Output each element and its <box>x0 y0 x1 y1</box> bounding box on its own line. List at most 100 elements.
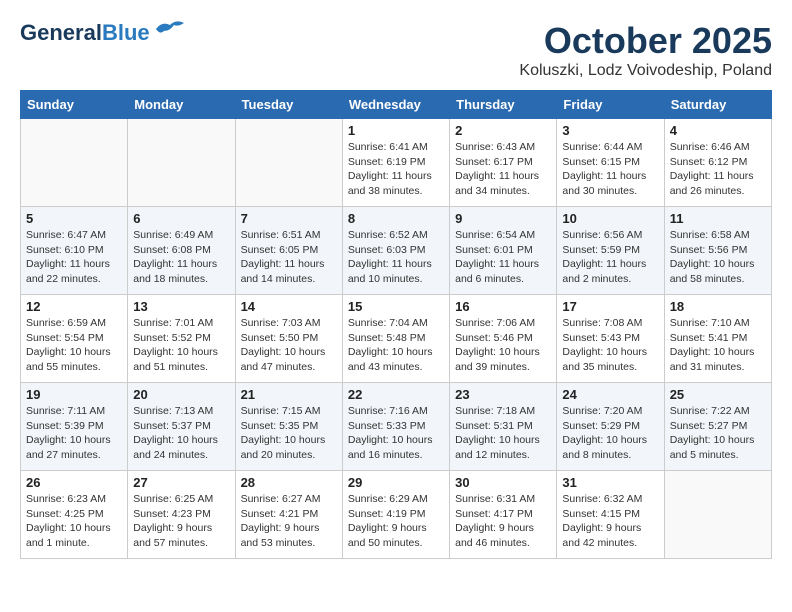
day-info: Sunrise: 7:01 AM Sunset: 5:52 PM Dayligh… <box>133 316 229 375</box>
location-subtitle: Koluszki, Lodz Voivodeship, Poland <box>519 62 772 80</box>
day-info: Sunrise: 7:04 AM Sunset: 5:48 PM Dayligh… <box>348 316 444 375</box>
calendar-cell: 14 Sunrise: 7:03 AM Sunset: 5:50 PM Dayli… <box>235 295 342 383</box>
day-number: 6 <box>133 211 229 226</box>
day-number: 21 <box>241 387 337 402</box>
day-info: Sunrise: 6:46 AM Sunset: 6:12 PM Dayligh… <box>670 140 766 199</box>
day-number: 3 <box>562 123 658 138</box>
calendar-cell: 1Sunrise: 6:41 AM Sunset: 6:19 PM Daylig… <box>342 119 449 207</box>
calendar-cell: 3 Sunrise: 6:44 AM Sunset: 6:15 PM Daylig… <box>557 119 664 207</box>
calendar-cell: 19 Sunrise: 7:11 AM Sunset: 5:39 PM Dayli… <box>21 383 128 471</box>
logo-general-text: General <box>20 20 102 45</box>
calendar-cell: 5 Sunrise: 6:47 AM Sunset: 6:10 PM Daylig… <box>21 207 128 295</box>
day-number: 5 <box>26 211 122 226</box>
day-number: 4 <box>670 123 766 138</box>
day-number: 10 <box>562 211 658 226</box>
day-info: Sunrise: 6:58 AM Sunset: 5:56 PM Dayligh… <box>670 228 766 287</box>
header-row: SundayMondayTuesdayWednesdayThursdayFrid… <box>21 91 772 119</box>
day-number: 14 <box>241 299 337 314</box>
day-info: Sunrise: 6:32 AM Sunset: 4:15 PM Dayligh… <box>562 492 658 551</box>
logo: GeneralBlue <box>20 20 186 46</box>
week-row-4: 19 Sunrise: 7:11 AM Sunset: 5:39 PM Dayli… <box>21 383 772 471</box>
weekday-header-thursday: Thursday <box>450 91 557 119</box>
day-info: Sunrise: 7:20 AM Sunset: 5:29 PM Dayligh… <box>562 404 658 463</box>
logo-blue-text: Blue <box>102 20 150 45</box>
day-info: Sunrise: 7:18 AM Sunset: 5:31 PM Dayligh… <box>455 404 551 463</box>
calendar-cell: 23Sunrise: 7:18 AM Sunset: 5:31 PM Dayli… <box>450 383 557 471</box>
calendar-cell: 9 Sunrise: 6:54 AM Sunset: 6:01 PM Daylig… <box>450 207 557 295</box>
calendar-cell <box>235 119 342 207</box>
calendar-cell <box>128 119 235 207</box>
day-number: 15 <box>348 299 444 314</box>
calendar-cell <box>664 471 771 559</box>
page-header: GeneralBlue October 2025 Koluszki, Lodz … <box>20 20 772 80</box>
day-number: 7 <box>241 211 337 226</box>
title-section: October 2025 Koluszki, Lodz Voivodeship,… <box>519 20 772 80</box>
day-number: 24 <box>562 387 658 402</box>
calendar-cell: 16 Sunrise: 7:06 AM Sunset: 5:46 PM Dayli… <box>450 295 557 383</box>
calendar-cell: 6Sunrise: 6:49 AM Sunset: 6:08 PM Daylig… <box>128 207 235 295</box>
day-number: 30 <box>455 475 551 490</box>
calendar-cell: 12Sunrise: 6:59 AM Sunset: 5:54 PM Dayli… <box>21 295 128 383</box>
day-info: Sunrise: 7:22 AM Sunset: 5:27 PM Dayligh… <box>670 404 766 463</box>
day-number: 9 <box>455 211 551 226</box>
calendar-cell: 17 Sunrise: 7:08 AM Sunset: 5:43 PM Dayli… <box>557 295 664 383</box>
calendar-cell: 4 Sunrise: 6:46 AM Sunset: 6:12 PM Daylig… <box>664 119 771 207</box>
day-info: Sunrise: 7:08 AM Sunset: 5:43 PM Dayligh… <box>562 316 658 375</box>
weekday-header-friday: Friday <box>557 91 664 119</box>
day-number: 17 <box>562 299 658 314</box>
weekday-header-monday: Monday <box>128 91 235 119</box>
calendar-cell: 10 Sunrise: 6:56 AM Sunset: 5:59 PM Dayli… <box>557 207 664 295</box>
logo-bird-icon <box>154 17 186 41</box>
calendar-cell: 11Sunrise: 6:58 AM Sunset: 5:56 PM Dayli… <box>664 207 771 295</box>
day-info: Sunrise: 7:11 AM Sunset: 5:39 PM Dayligh… <box>26 404 122 463</box>
weekday-header-tuesday: Tuesday <box>235 91 342 119</box>
calendar-cell: 31 Sunrise: 6:32 AM Sunset: 4:15 PM Dayli… <box>557 471 664 559</box>
day-info: Sunrise: 6:54 AM Sunset: 6:01 PM Dayligh… <box>455 228 551 287</box>
calendar-cell: 27Sunrise: 6:25 AM Sunset: 4:23 PM Dayli… <box>128 471 235 559</box>
calendar-cell: 13 Sunrise: 7:01 AM Sunset: 5:52 PM Dayli… <box>128 295 235 383</box>
calendar-cell: 8 Sunrise: 6:52 AM Sunset: 6:03 PM Daylig… <box>342 207 449 295</box>
day-number: 1 <box>348 123 444 138</box>
month-title: October 2025 <box>519 20 772 62</box>
day-info: Sunrise: 7:15 AM Sunset: 5:35 PM Dayligh… <box>241 404 337 463</box>
day-number: 8 <box>348 211 444 226</box>
day-info: Sunrise: 7:06 AM Sunset: 5:46 PM Dayligh… <box>455 316 551 375</box>
weekday-header-saturday: Saturday <box>664 91 771 119</box>
day-info: Sunrise: 6:31 AM Sunset: 4:17 PM Dayligh… <box>455 492 551 551</box>
calendar-cell: 2Sunrise: 6:43 AM Sunset: 6:17 PM Daylig… <box>450 119 557 207</box>
day-info: Sunrise: 7:10 AM Sunset: 5:41 PM Dayligh… <box>670 316 766 375</box>
week-row-1: 1Sunrise: 6:41 AM Sunset: 6:19 PM Daylig… <box>21 119 772 207</box>
day-number: 26 <box>26 475 122 490</box>
day-info: Sunrise: 6:47 AM Sunset: 6:10 PM Dayligh… <box>26 228 122 287</box>
day-info: Sunrise: 6:44 AM Sunset: 6:15 PM Dayligh… <box>562 140 658 199</box>
calendar-cell: 7 Sunrise: 6:51 AM Sunset: 6:05 PM Daylig… <box>235 207 342 295</box>
day-info: Sunrise: 6:43 AM Sunset: 6:17 PM Dayligh… <box>455 140 551 199</box>
weekday-header-sunday: Sunday <box>21 91 128 119</box>
day-number: 16 <box>455 299 551 314</box>
day-number: 25 <box>670 387 766 402</box>
day-number: 13 <box>133 299 229 314</box>
calendar-cell: 24 Sunrise: 7:20 AM Sunset: 5:29 PM Dayli… <box>557 383 664 471</box>
calendar-cell: 26 Sunrise: 6:23 AM Sunset: 4:25 PM Dayli… <box>21 471 128 559</box>
calendar-cell: 20Sunrise: 7:13 AM Sunset: 5:37 PM Dayli… <box>128 383 235 471</box>
day-info: Sunrise: 7:16 AM Sunset: 5:33 PM Dayligh… <box>348 404 444 463</box>
day-info: Sunrise: 6:59 AM Sunset: 5:54 PM Dayligh… <box>26 316 122 375</box>
day-number: 31 <box>562 475 658 490</box>
day-number: 19 <box>26 387 122 402</box>
day-info: Sunrise: 7:13 AM Sunset: 5:37 PM Dayligh… <box>133 404 229 463</box>
day-info: Sunrise: 6:56 AM Sunset: 5:59 PM Dayligh… <box>562 228 658 287</box>
day-info: Sunrise: 6:51 AM Sunset: 6:05 PM Dayligh… <box>241 228 337 287</box>
calendar-table: SundayMondayTuesdayWednesdayThursdayFrid… <box>20 90 772 559</box>
calendar-cell: 25 Sunrise: 7:22 AM Sunset: 5:27 PM Dayli… <box>664 383 771 471</box>
day-info: Sunrise: 6:29 AM Sunset: 4:19 PM Dayligh… <box>348 492 444 551</box>
day-number: 27 <box>133 475 229 490</box>
week-row-5: 26 Sunrise: 6:23 AM Sunset: 4:25 PM Dayli… <box>21 471 772 559</box>
day-number: 29 <box>348 475 444 490</box>
day-info: Sunrise: 6:52 AM Sunset: 6:03 PM Dayligh… <box>348 228 444 287</box>
week-row-2: 5 Sunrise: 6:47 AM Sunset: 6:10 PM Daylig… <box>21 207 772 295</box>
day-info: Sunrise: 6:23 AM Sunset: 4:25 PM Dayligh… <box>26 492 122 551</box>
day-info: Sunrise: 7:03 AM Sunset: 5:50 PM Dayligh… <box>241 316 337 375</box>
calendar-cell: 15 Sunrise: 7:04 AM Sunset: 5:48 PM Dayli… <box>342 295 449 383</box>
calendar-cell: 22Sunrise: 7:16 AM Sunset: 5:33 PM Dayli… <box>342 383 449 471</box>
day-number: 18 <box>670 299 766 314</box>
